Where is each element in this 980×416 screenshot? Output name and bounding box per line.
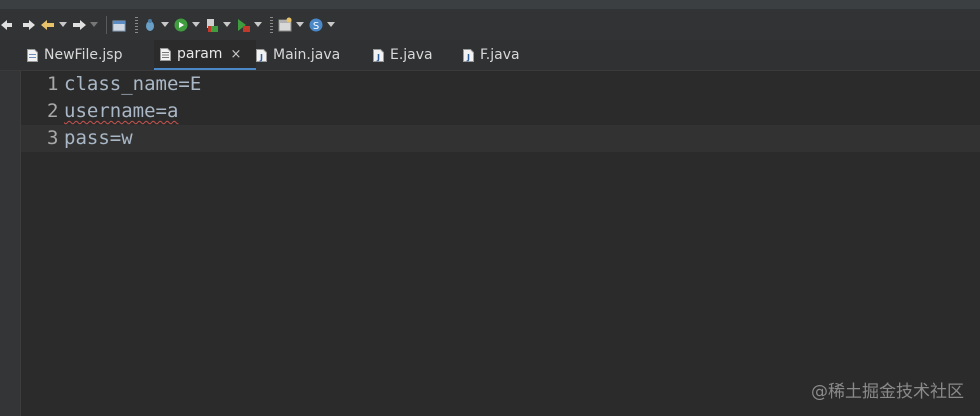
toolbar-separator (106, 15, 107, 34)
java-file-icon: J (463, 48, 474, 62)
server-icon (278, 17, 292, 31)
line-number: 3 (47, 127, 59, 149)
chevron-down-icon[interactable] (59, 22, 67, 27)
window-icon (112, 20, 126, 31)
line-number: 1 (47, 73, 59, 95)
arrow-right-icon (23, 19, 35, 30)
run-icon (174, 18, 188, 31)
tab-label: NewFile.jsp (44, 47, 123, 63)
editor-tab-bar: NewFile.jsp param × J Main.java J E.java… (0, 40, 980, 71)
chevron-down-icon[interactable] (161, 22, 169, 27)
tab-f-java[interactable]: J F.java (463, 40, 520, 70)
yellow-arrow-left-icon (41, 19, 54, 30)
editor-line-current[interactable]: 3 pass=w (21, 125, 980, 152)
svg-text:S: S (313, 21, 319, 32)
globe-s-icon: S (309, 18, 323, 32)
forward-history-button[interactable] (20, 17, 36, 33)
text-file-icon (160, 47, 171, 61)
tab-label: param (177, 46, 223, 62)
chevron-down-icon[interactable] (327, 22, 335, 27)
svg-text:J: J (259, 53, 263, 62)
tab-param[interactable]: param × (154, 40, 256, 70)
chevron-down-icon[interactable] (254, 22, 262, 27)
svg-text:J: J (376, 53, 380, 62)
new-server-button[interactable] (277, 17, 304, 33)
tab-main-java[interactable]: J Main.java (256, 40, 340, 70)
chevron-down-icon[interactable] (223, 22, 231, 27)
left-side-panel-edge (0, 40, 21, 416)
toolbar-grip[interactable] (270, 16, 273, 33)
chevron-down-icon[interactable] (192, 22, 200, 27)
debug-button[interactable] (142, 17, 169, 33)
arrow-left-icon (1, 19, 12, 30)
tab-e-java[interactable]: J E.java (373, 40, 433, 70)
tab-label: F.java (480, 47, 520, 63)
svg-text:J: J (466, 53, 470, 62)
jsp-file-icon (27, 48, 38, 62)
toolbar-grip[interactable] (135, 16, 138, 33)
editor-line[interactable]: 1 class_name=E (21, 71, 980, 98)
arrow-right-icon (73, 19, 86, 30)
window-top-strip (0, 0, 980, 9)
editor-line[interactable]: 2 username=a (21, 98, 980, 125)
bug-icon (146, 18, 154, 31)
tab-newfile-jsp[interactable]: NewFile.jsp (27, 40, 122, 70)
web-service-button[interactable]: S (308, 17, 335, 33)
external-tools-button[interactable] (235, 17, 262, 33)
java-file-icon: J (373, 48, 384, 62)
open-perspective-button[interactable] (111, 17, 127, 33)
java-file-icon: J (256, 48, 267, 62)
line-number: 2 (47, 100, 59, 122)
coverage-button[interactable] (204, 17, 231, 33)
coverage-icon (207, 18, 218, 32)
tab-label: E.java (390, 47, 433, 63)
text-editor-area[interactable]: 1 class_name=E 2 username=a 3 pass=w (21, 71, 980, 416)
line-text: class_name=E (64, 73, 202, 95)
back-button[interactable] (40, 17, 67, 33)
run-button[interactable] (173, 17, 200, 33)
close-icon[interactable]: × (230, 47, 241, 62)
chevron-down-icon[interactable] (90, 22, 98, 27)
forward-button[interactable] (71, 17, 98, 33)
line-text: pass=w (64, 127, 133, 149)
external-tools-icon (238, 18, 250, 32)
watermark-text: @稀土掘金技术社区 (811, 382, 964, 402)
line-text: username=a (64, 100, 179, 122)
tab-label: Main.java (273, 47, 341, 63)
back-history-button[interactable] (0, 17, 16, 33)
main-toolbar: S (0, 9, 980, 40)
chevron-down-icon[interactable] (296, 22, 304, 27)
